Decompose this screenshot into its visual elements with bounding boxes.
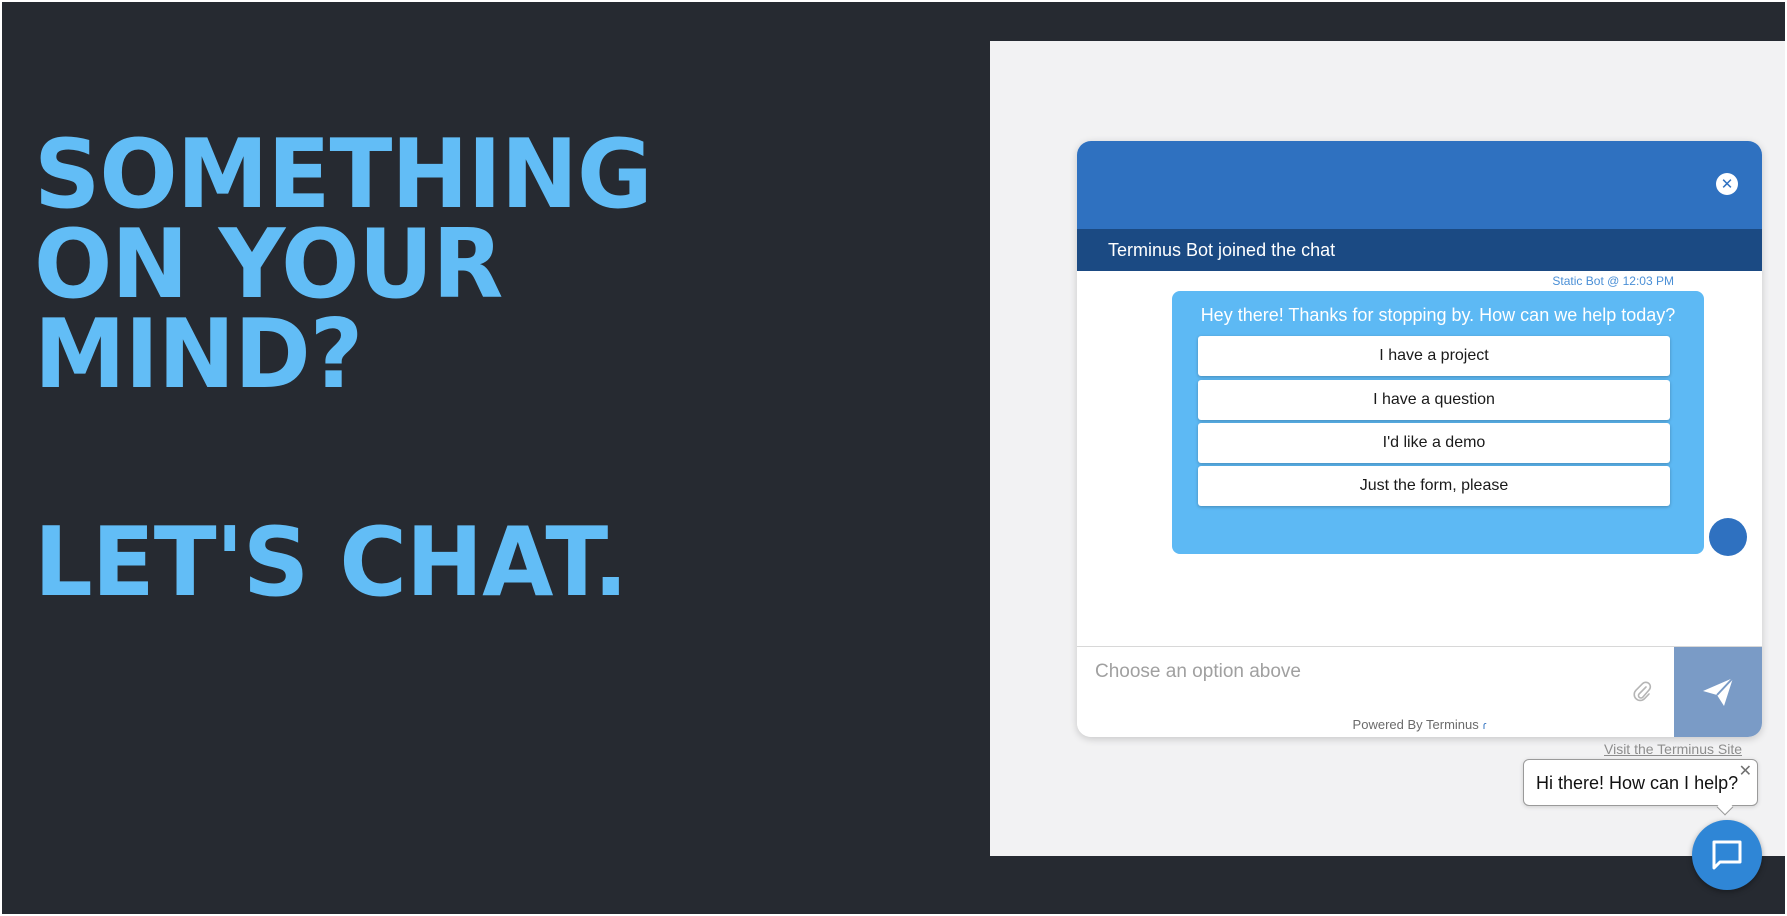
chat-window: ✕ Terminus Bot joined the chat Static Bo…: [1077, 141, 1762, 737]
composer: Powered By Terminusɾ: [1077, 646, 1762, 737]
close-icon[interactable]: ✕: [1739, 761, 1752, 780]
option-button-project[interactable]: I have a project: [1198, 336, 1670, 376]
bot-avatar: [1709, 518, 1747, 556]
powered-by-text: Powered By Terminus: [1352, 717, 1479, 732]
hero-heading: SOMETHING ON YOUR MIND? LET'S CHAT.: [34, 120, 934, 618]
chat-bubble-icon: [1712, 840, 1742, 870]
terminus-logo-icon: ɾ: [1482, 720, 1487, 732]
close-circle-icon[interactable]: ✕: [1716, 173, 1738, 195]
hero-line-1: SOMETHING: [34, 120, 653, 230]
chat-header: ✕: [1077, 141, 1762, 229]
message-input[interactable]: [1095, 661, 1615, 683]
visit-site-link[interactable]: Visit the Terminus Site: [1604, 741, 1742, 757]
bot-message-text: Hey there! Thanks for stopping by. How c…: [1200, 305, 1676, 325]
option-button-demo[interactable]: I'd like a demo: [1198, 423, 1670, 463]
paper-plane-icon: [1703, 677, 1734, 706]
option-button-question[interactable]: I have a question: [1198, 380, 1670, 420]
powered-by: Powered By Terminus ɾ: [1077, 717, 1762, 732]
join-notice: Terminus Bot joined the chat: [1077, 229, 1762, 271]
paperclip-icon[interactable]: [1632, 681, 1654, 705]
message-meta: Static Bot @ 12:03 PM: [1552, 274, 1674, 288]
bot-message-bubble: Hey there! Thanks for stopping by. How c…: [1172, 291, 1704, 554]
hero-line-3: MIND?: [34, 300, 363, 410]
chat-launcher-button[interactable]: [1692, 820, 1762, 890]
option-button-form[interactable]: Just the form, please: [1198, 466, 1670, 506]
hero-line-2: ON YOUR: [34, 210, 503, 320]
greeting-text: Hi there! How can I help?: [1536, 773, 1739, 793]
greeting-popup: Hi there! How can I help? ✕: [1523, 759, 1758, 816]
hero-cta: LET'S CHAT.: [34, 508, 628, 618]
